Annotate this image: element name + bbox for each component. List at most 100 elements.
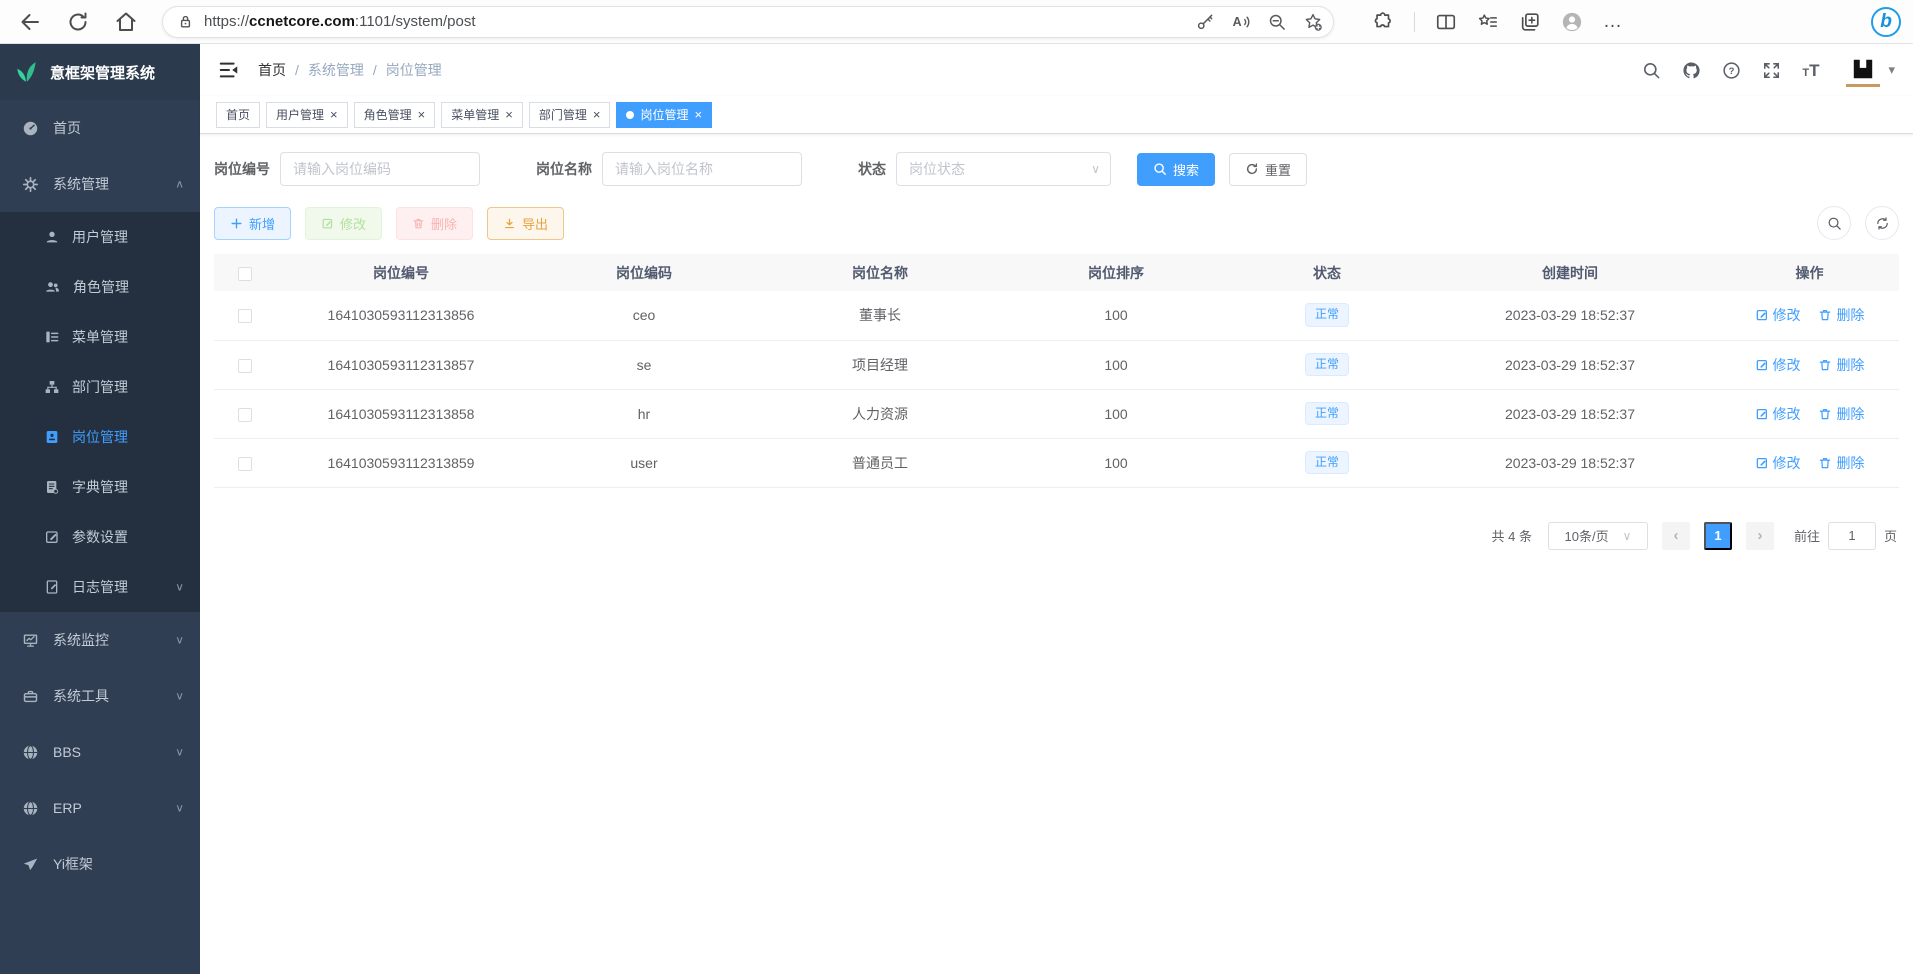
sidebar-item-post-mgmt[interactable]: 岗位管理 <box>0 412 200 462</box>
browser-menu-icon[interactable]: … <box>1603 17 1623 27</box>
select-all-checkbox[interactable] <box>238 267 252 281</box>
sidebar-item-dept-mgmt[interactable]: 部门管理 <box>0 362 200 412</box>
reset-button[interactable]: 重置 <box>1229 153 1307 186</box>
search-icon[interactable] <box>1642 61 1661 80</box>
cell-created-time: 2023-03-29 18:52:37 <box>1420 340 1720 389</box>
sidebar-item-label: 菜单管理 <box>72 327 128 347</box>
sidebar-item-dict-mgmt[interactable]: 字典管理 <box>0 462 200 512</box>
trash-icon <box>1818 407 1832 421</box>
split-screen-icon[interactable] <box>1435 11 1457 33</box>
sidebar-item-system-monitor[interactable]: 系统监控 ∨ <box>0 612 200 668</box>
row-checkbox[interactable] <box>238 457 252 471</box>
status-badge: 正常 <box>1305 303 1349 327</box>
chevron-down-icon: ∨ <box>175 690 184 703</box>
show-search-toggle-button[interactable] <box>1817 206 1851 240</box>
bing-copilot-icon[interactable]: b <box>1871 7 1901 37</box>
export-button[interactable]: 导出 <box>487 207 564 240</box>
row-delete-link[interactable]: 删除 <box>1818 305 1864 325</box>
globe-icon <box>22 800 39 817</box>
sidebar-item-param-settings[interactable]: 参数设置 <box>0 512 200 562</box>
refresh-icon[interactable] <box>66 10 90 34</box>
tab-user-mgmt[interactable]: 用户管理 × <box>266 102 348 128</box>
row-edit-link[interactable]: 修改 <box>1755 305 1801 325</box>
edit-button[interactable]: 修改 <box>305 207 382 240</box>
refresh-table-button[interactable] <box>1865 206 1899 240</box>
sidebar-item-yi-framework[interactable]: Yi框架 <box>0 836 200 892</box>
row-checkbox[interactable] <box>238 359 252 373</box>
row-delete-link[interactable]: 删除 <box>1818 355 1864 375</box>
post-code-input[interactable] <box>280 152 480 186</box>
goto-page-input[interactable] <box>1828 522 1876 550</box>
extensions-icon[interactable] <box>1372 11 1394 33</box>
row-checkbox[interactable] <box>238 309 252 323</box>
chevron-down-icon: ∨ <box>175 634 184 647</box>
add-button[interactable]: 新增 <box>214 207 291 240</box>
fullscreen-icon[interactable] <box>1762 61 1781 80</box>
font-size-icon[interactable]: TT <box>1802 62 1819 79</box>
status-badge: 正常 <box>1305 451 1349 475</box>
plus-icon <box>230 217 243 230</box>
tab-menu-mgmt[interactable]: 菜单管理 × <box>441 102 523 128</box>
favorites-bar-icon[interactable] <box>1477 11 1499 33</box>
cell-post-name: 董事长 <box>762 291 998 340</box>
sidebar-item-menu-mgmt[interactable]: 菜单管理 <box>0 312 200 362</box>
chevron-down-icon: ∨ <box>1091 162 1100 176</box>
row-delete-link[interactable]: 删除 <box>1818 453 1864 473</box>
add-favorite-star-icon[interactable] <box>1303 12 1323 32</box>
page-1-button[interactable]: 1 <box>1704 522 1732 550</box>
tab-role-mgmt[interactable]: 角色管理 × <box>354 102 436 128</box>
user-avatar-menu[interactable]: ▾ <box>1846 53 1895 87</box>
search-button[interactable]: 搜索 <box>1137 153 1215 186</box>
svg-text:A: A <box>1233 15 1242 29</box>
row-edit-link[interactable]: 修改 <box>1755 453 1801 473</box>
back-icon[interactable] <box>18 10 42 34</box>
monitor-icon <box>22 632 39 649</box>
zoom-out-icon[interactable] <box>1267 12 1287 32</box>
prev-page-button[interactable]: ‹ <box>1662 522 1690 550</box>
close-icon[interactable]: × <box>418 108 426 121</box>
profile-avatar-icon[interactable] <box>1561 11 1583 33</box>
close-icon[interactable]: × <box>330 108 338 121</box>
row-edit-link[interactable]: 修改 <box>1755 355 1801 375</box>
password-key-icon[interactable] <box>1195 12 1215 32</box>
address-bar[interactable]: https://ccnetcore.com:1101/system/post A <box>162 6 1334 38</box>
close-icon[interactable]: × <box>694 108 702 121</box>
help-icon[interactable]: ? <box>1722 61 1741 80</box>
close-icon[interactable]: × <box>593 108 601 121</box>
breadcrumb-home[interactable]: 首页 <box>258 60 286 80</box>
sidebar-fold-icon[interactable] <box>218 59 240 81</box>
sidebar-item-bbs[interactable]: BBS ∨ <box>0 724 200 780</box>
sidebar-item-role-mgmt[interactable]: 角色管理 <box>0 262 200 312</box>
collections-icon[interactable] <box>1519 11 1541 33</box>
sidebar-item-label: ERP <box>53 800 82 816</box>
tab-dept-mgmt[interactable]: 部门管理 × <box>529 102 611 128</box>
close-icon[interactable]: × <box>505 108 513 121</box>
next-page-button[interactable]: › <box>1746 522 1774 550</box>
tab-post-mgmt[interactable]: 岗位管理 × <box>616 102 712 128</box>
delete-button[interactable]: 删除 <box>396 207 473 240</box>
status-select[interactable]: 岗位状态 ∨ <box>896 152 1111 186</box>
page-size-select[interactable]: 10条/页 ∨ <box>1548 522 1648 550</box>
sidebar-item-erp[interactable]: ERP ∨ <box>0 780 200 836</box>
read-aloud-icon[interactable]: A <box>1231 12 1251 32</box>
total-count: 共 4 条 <box>1492 526 1532 545</box>
browser-toolbar: https://ccnetcore.com:1101/system/post A… <box>0 0 1913 44</box>
row-edit-link[interactable]: 修改 <box>1755 404 1801 424</box>
page-content: 岗位编号 岗位名称 状态 岗位状态 ∨ 搜索 重置 <box>200 134 1913 974</box>
tab-home[interactable]: 首页 <box>216 102 260 128</box>
status-label: 状态 <box>858 159 886 179</box>
table-row: 1641030593112313858 hr 人力资源 100 正常 2023-… <box>214 389 1899 438</box>
sidebar-item-home[interactable]: 首页 <box>0 100 200 156</box>
github-icon[interactable] <box>1682 61 1701 80</box>
sidebar-item-log-mgmt[interactable]: 日志管理 ∨ <box>0 562 200 612</box>
sidebar-item-user-mgmt[interactable]: 用户管理 <box>0 212 200 262</box>
sidebar-item-system[interactable]: 系统管理 ∧ <box>0 156 200 212</box>
post-name-input[interactable] <box>602 152 802 186</box>
cell-created-time: 2023-03-29 18:52:37 <box>1420 438 1720 487</box>
sidebar-item-system-tools[interactable]: 系统工具 ∨ <box>0 668 200 724</box>
cell-post-id: 1641030593112313856 <box>276 291 526 340</box>
row-checkbox[interactable] <box>238 408 252 422</box>
sidebar-item-label: 角色管理 <box>73 277 129 297</box>
home-icon[interactable] <box>114 10 138 34</box>
row-delete-link[interactable]: 删除 <box>1818 404 1864 424</box>
